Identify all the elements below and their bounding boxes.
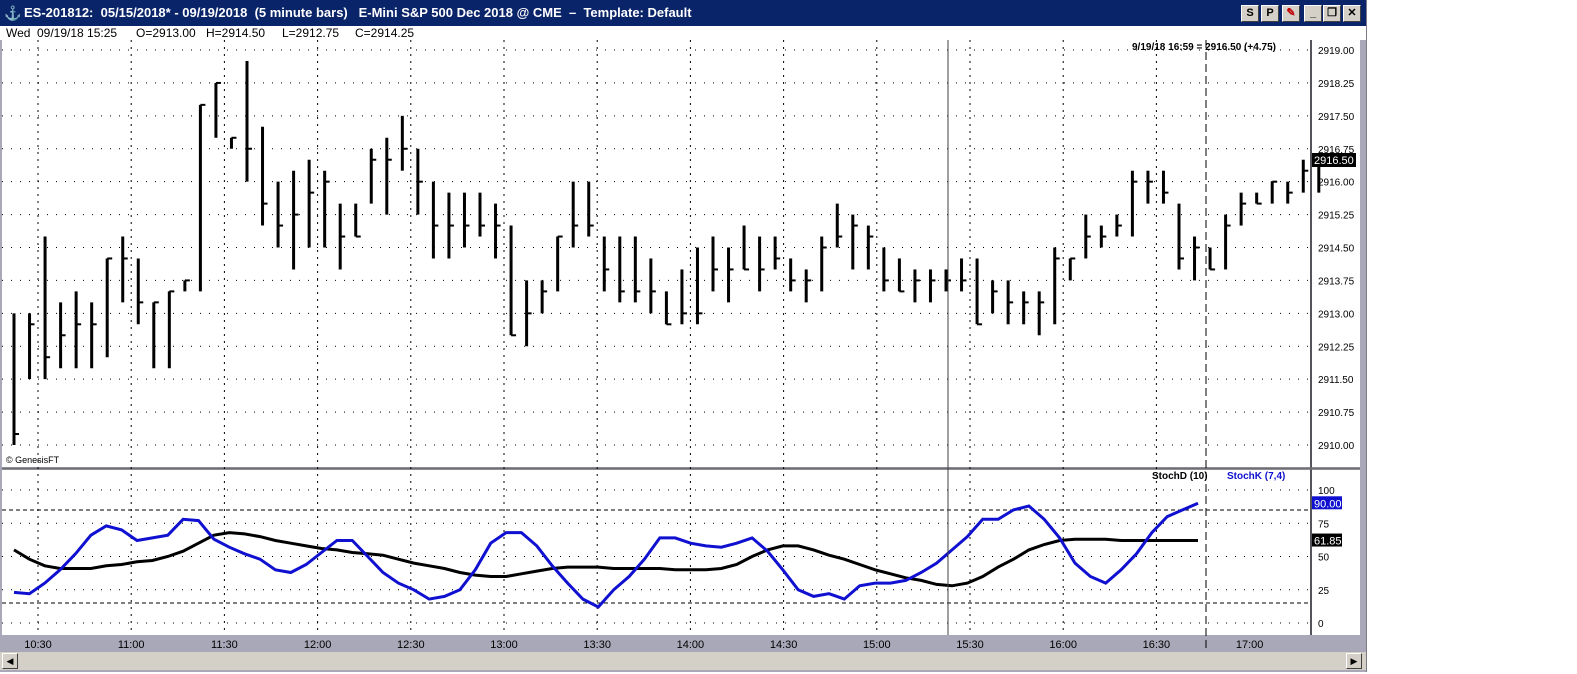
info-high: H=2914.50	[206, 26, 266, 40]
info-close: C=2914.25	[355, 26, 415, 40]
cursor-label: 9/19/18 16:59 = 2916.50 (+4.75)	[1132, 42, 1276, 53]
last-price-label: 2916.50	[1314, 155, 1354, 167]
time-tick-label: 14:30	[770, 639, 798, 651]
price-tick-label: 2910.00	[1318, 441, 1355, 452]
time-tick-label: 11:30	[211, 639, 238, 651]
stoch-tick-label: 100	[1318, 486, 1335, 497]
stoch-plot-bg	[2, 470, 1310, 635]
time-tick-label: 10:30	[24, 639, 52, 651]
edit-icon[interactable]: ✎	[1282, 5, 1300, 22]
price-tick-label: 2918.25	[1318, 79, 1355, 90]
price-tick-label: 2914.50	[1318, 244, 1355, 255]
price-tick-label: 2913.75	[1318, 276, 1355, 287]
time-tick-label: 16:30	[1143, 639, 1171, 651]
app-anchor-icon: ⚓	[4, 5, 22, 21]
restore-icon[interactable]: ❐	[1323, 5, 1341, 22]
stoch-tick-label: 50	[1318, 553, 1330, 564]
ohlc-info-bar: Wed 09/19/18 15:25 O=2913.00 H=2914.50 L…	[0, 26, 1366, 40]
chart-window: ⚓ ES-201812: 05/15/2018* - 09/19/2018 (5…	[0, 0, 1367, 672]
info-open: O=2913.00	[136, 26, 196, 40]
s-button[interactable]: S	[1241, 5, 1259, 22]
legend-stoch-d: StochD (10)	[1152, 471, 1208, 482]
stoch-d-value: 61.85	[1314, 536, 1342, 548]
legend-stoch-k: StochK (7,4)	[1227, 471, 1285, 482]
scroll-left-icon[interactable]: ◀	[2, 653, 18, 669]
chart-area[interactable]: 2919.002918.252917.502916.752916.002915.…	[0, 40, 1366, 652]
time-tick-label: 13:00	[490, 639, 518, 651]
time-tick-label: 12:30	[397, 639, 425, 651]
title-bar[interactable]: ⚓ ES-201812: 05/15/2018* - 09/19/2018 (5…	[0, 0, 1366, 26]
copyright-label: © GenesisFT	[6, 455, 60, 465]
time-tick-label: 14:00	[677, 639, 705, 651]
time-tick-label: 12:00	[304, 639, 332, 651]
time-tick-label: 17:00	[1236, 639, 1264, 651]
stoch-tick-label: 0	[1318, 619, 1324, 630]
price-tick-label: 2915.25	[1318, 211, 1355, 222]
time-tick-label: 15:30	[956, 639, 984, 651]
time-tick-label: 11:00	[118, 639, 145, 651]
price-tick-label: 2916.00	[1318, 178, 1355, 189]
time-tick-label: 16:00	[1049, 639, 1077, 651]
scroll-right-icon[interactable]: ▶	[1346, 653, 1362, 669]
time-tick-label: 15:00	[863, 639, 891, 651]
time-axis: 10:30 11:00 11:30 12:00 12:30 13:00 13:30 14:00…	[24, 639, 1263, 651]
stoch-tick-label: 25	[1318, 586, 1330, 597]
close-icon[interactable]: ✕	[1343, 5, 1361, 22]
info-low: L=2912.75	[282, 26, 340, 40]
price-tick-label: 2910.75	[1318, 408, 1355, 419]
price-tick-label: 2919.00	[1318, 46, 1355, 57]
window-title: ES-201812: 05/15/2018* - 09/19/2018 (5 m…	[24, 5, 692, 20]
price-plot-bg	[2, 40, 1310, 467]
info-datetime: 09/19/18 15:25	[37, 26, 118, 40]
price-tick-label: 2912.25	[1318, 342, 1355, 353]
stoch-k-value: 90.00	[1314, 498, 1342, 510]
price-tick-label: 2913.00	[1318, 309, 1355, 320]
horizontal-scrollbar[interactable]: ◀ ▶	[0, 652, 1366, 670]
price-tick-label: 2911.50	[1318, 375, 1354, 386]
info-day: Wed	[6, 26, 31, 40]
stoch-tick-label: 75	[1318, 519, 1330, 530]
minimize-icon[interactable]: _	[1304, 5, 1322, 22]
p-button[interactable]: P	[1261, 5, 1279, 22]
time-tick-label: 13:30	[583, 639, 611, 651]
price-tick-label: 2917.50	[1318, 112, 1355, 123]
